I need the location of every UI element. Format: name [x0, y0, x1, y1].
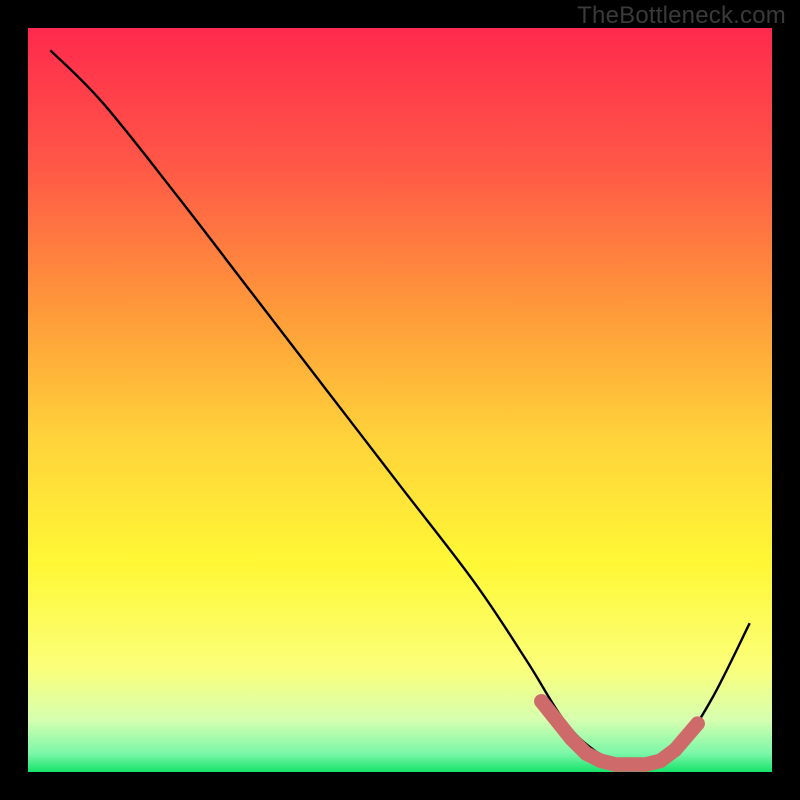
sweet-spot-marker [638, 757, 652, 771]
sweet-spot-marker [653, 754, 667, 768]
sweet-spot-marker [668, 742, 682, 756]
chart-frame: { "watermark": "TheBottleneck.com", "cha… [0, 0, 800, 800]
sweet-spot-marker [579, 746, 593, 760]
sweet-spot-marker [690, 716, 704, 730]
sweet-spot-marker [594, 754, 608, 768]
sweet-spot-marker [609, 757, 623, 771]
watermark-text: TheBottleneck.com [577, 2, 786, 30]
sweet-spot-marker [623, 757, 637, 771]
sweet-spot-marker [564, 731, 578, 745]
sweet-spot-marker [534, 694, 548, 708]
plot-background [28, 28, 772, 772]
chart-svg [0, 0, 800, 800]
